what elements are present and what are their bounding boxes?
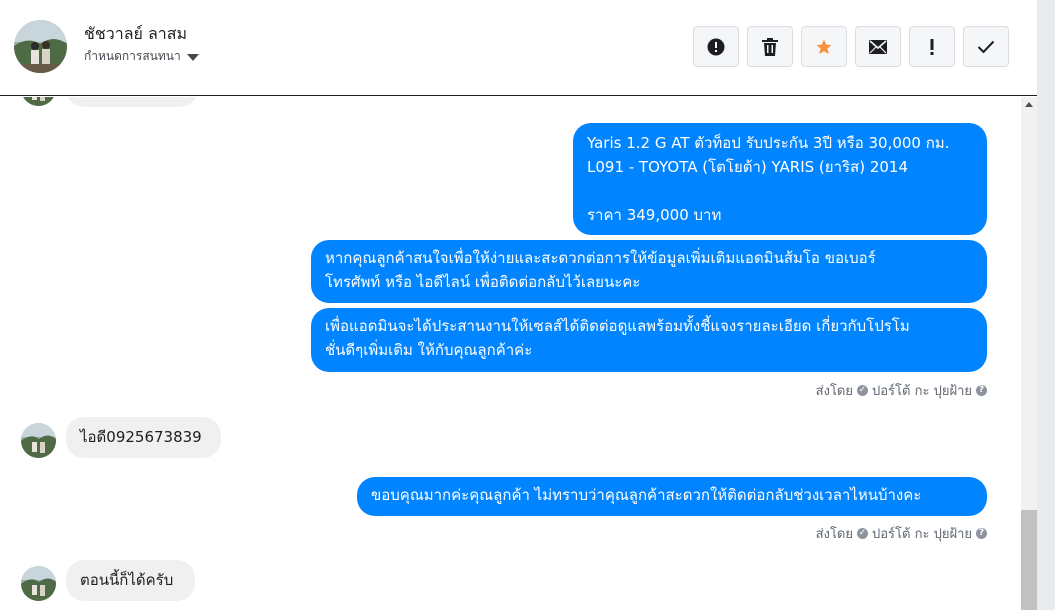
incoming-message-bubble: ตอนนี้ก็ได้ครับ bbox=[66, 560, 195, 601]
conversation-actions bbox=[693, 26, 1009, 67]
sender-name: ปอร์โต้ กะ ปุยฝ้าย bbox=[872, 384, 972, 399]
scrollbar-thumb[interactable] bbox=[1021, 510, 1037, 610]
inbox-conversation-view: ชัชวาลย์ ลาสม กำหนดการสนทนา Yaris 1.2 G … bbox=[0, 0, 1055, 610]
sent-by-info: ส่งโดย ✓ ปอร์โต้ กะ ปุยฝ้าย ? bbox=[816, 523, 987, 544]
mark-done-button[interactable] bbox=[963, 26, 1009, 67]
outgoing-message-bubble: Yaris 1.2 G AT ตัวท็อป รับประกัน 3ปี หรื… bbox=[573, 123, 987, 235]
sent-by-label: ส่งโดย bbox=[815, 384, 853, 399]
star-button[interactable] bbox=[801, 26, 847, 67]
mark-unread-button[interactable] bbox=[855, 26, 901, 67]
outgoing-message-bubble: เพื่อแอดมินจะได้ประสานงานให้เซลส์ได้ติดต… bbox=[311, 308, 987, 372]
conversation-header: ชัชวาลย์ ลาสม กำหนดการสนทนา bbox=[0, 0, 1037, 96]
contact-avatar-small bbox=[21, 566, 56, 601]
outgoing-message-bubble: ขอบคุณมากค่ะคุณลูกค้า ไม่ทราบว่าคุณลูกค้… bbox=[357, 477, 987, 516]
message-thread: Yaris 1.2 G AT ตัวท็อป รับประกัน 3ปี หรื… bbox=[0, 97, 1021, 610]
sender-name: ปอร์โต้ กะ ปุยฝ้าย bbox=[872, 527, 972, 542]
contact-name[interactable]: ชัชวาลย์ ลาสม bbox=[84, 22, 187, 47]
help-icon[interactable]: ? bbox=[976, 528, 987, 539]
scroll-up-arrow-icon[interactable] bbox=[1025, 102, 1033, 107]
incoming-message-bubble: ไอดี0925673839 bbox=[66, 417, 221, 458]
contact-avatar-small bbox=[21, 423, 56, 458]
contact-avatar[interactable] bbox=[14, 20, 67, 73]
sent-by-label: ส่งโดย bbox=[815, 527, 853, 542]
exclamation-icon bbox=[930, 38, 934, 55]
delete-button[interactable] bbox=[747, 26, 793, 67]
envelope-icon bbox=[869, 39, 887, 54]
help-icon[interactable]: ? bbox=[976, 385, 987, 396]
star-icon bbox=[816, 39, 832, 54]
chat-scrollbar[interactable] bbox=[1021, 97, 1037, 610]
assign-conversation-dropdown[interactable]: กำหนดการสนทนา bbox=[84, 47, 199, 66]
sent-by-info: ส่งโดย ✓ ปอร์โต้ กะ ปุยฝ้าย ? bbox=[816, 380, 987, 401]
checkmark-circle-icon: ✓ bbox=[857, 528, 868, 539]
checkmark-icon bbox=[977, 40, 995, 53]
outgoing-message-bubble: หากคุณลูกค้าสนใจเพื่อให้ง่ายและสะดวกต่อก… bbox=[311, 240, 987, 303]
incoming-message-bubble bbox=[66, 97, 198, 107]
assign-conversation-label: กำหนดการสนทนา bbox=[84, 49, 181, 63]
contact-avatar-small bbox=[21, 97, 56, 106]
follow-up-button[interactable] bbox=[909, 26, 955, 67]
checkmark-circle-icon: ✓ bbox=[857, 385, 868, 396]
caret-down-icon bbox=[186, 54, 199, 61]
spam-button[interactable] bbox=[693, 26, 739, 67]
trash-icon bbox=[762, 37, 778, 56]
right-panel-edge bbox=[1037, 0, 1055, 610]
alert-circle-icon bbox=[707, 38, 725, 55]
